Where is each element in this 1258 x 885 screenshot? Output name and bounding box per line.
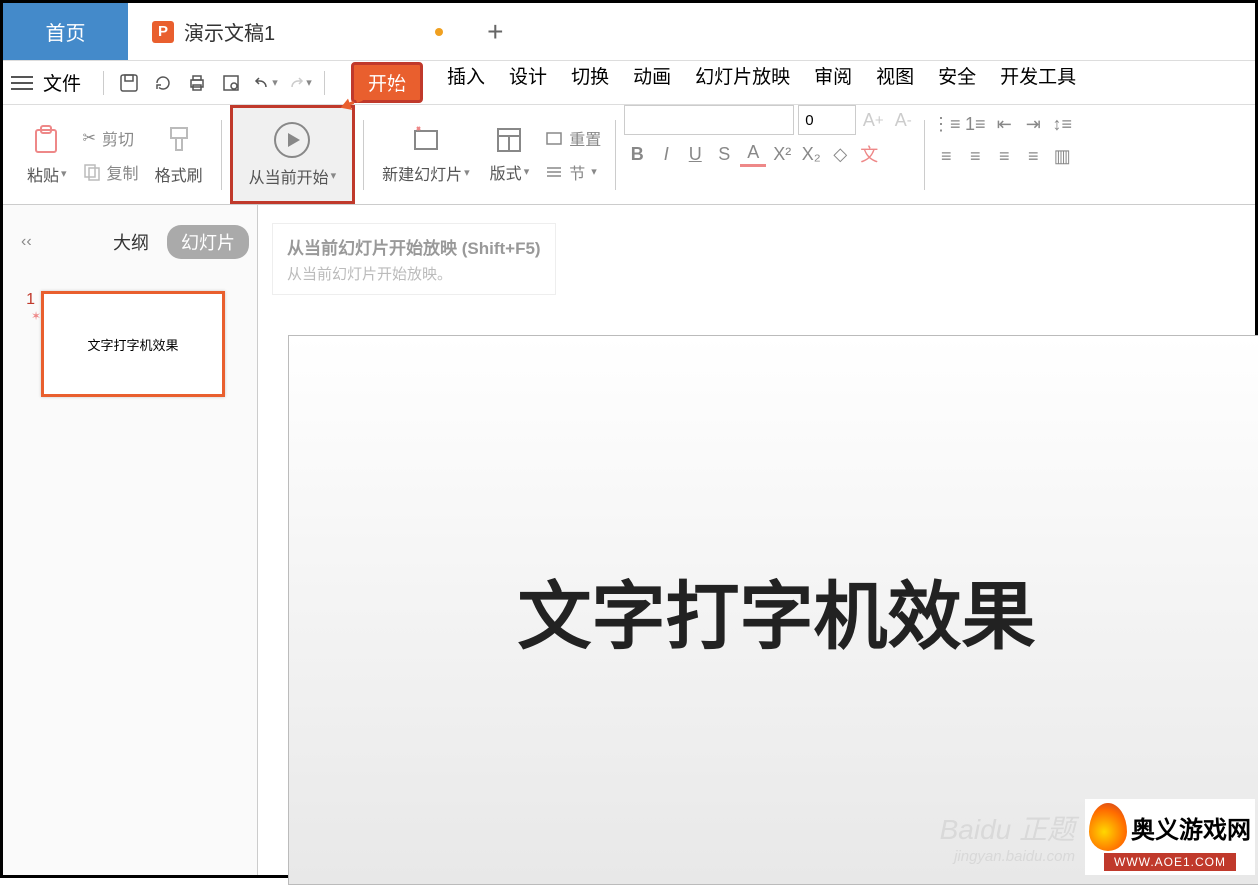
dirty-indicator-icon bbox=[435, 28, 443, 36]
align-center-icon[interactable]: ≡ bbox=[962, 143, 988, 169]
superscript-icon[interactable]: X² bbox=[769, 141, 795, 167]
change-case-icon[interactable]: 文 bbox=[856, 141, 882, 167]
decrease-font-icon[interactable]: A- bbox=[890, 107, 916, 133]
tooltip-desc: 从当前幻灯片开始放映。 bbox=[287, 263, 541, 284]
scissors-icon: ✂ bbox=[83, 128, 96, 148]
ribbon: 粘贴▾ ✂剪切 复制 格式刷 从当前开始▾ 新建幻灯片▾ 版式▾ 重置 节▾ bbox=[3, 105, 1255, 205]
bullets-icon[interactable]: ⋮≡ bbox=[933, 111, 959, 137]
tab-review[interactable]: 审阅 bbox=[814, 62, 852, 103]
play-icon bbox=[274, 122, 310, 158]
tab-transition[interactable]: 切换 bbox=[571, 62, 609, 103]
editor-area: 从当前幻灯片开始放映 (Shift+F5) 从当前幻灯片开始放映。 1 文字打字… bbox=[258, 205, 1255, 875]
tab-design[interactable]: 设计 bbox=[509, 62, 547, 103]
titlebar: 首页 P 演示文稿1 + bbox=[3, 3, 1255, 61]
document-tab[interactable]: P 演示文稿1 bbox=[128, 3, 467, 60]
align-justify-icon[interactable]: ≡ bbox=[1020, 143, 1046, 169]
outline-tab[interactable]: 大纲 bbox=[113, 229, 149, 255]
thumb-title: 文字打字机效果 bbox=[87, 335, 178, 354]
layout-icon bbox=[495, 126, 523, 154]
hamburger-icon[interactable] bbox=[11, 76, 33, 90]
save-icon[interactable] bbox=[114, 68, 144, 98]
animation-indicator-icon: ✶ bbox=[31, 309, 41, 323]
highlight-icon[interactable]: ◇ bbox=[827, 141, 853, 167]
paste-button[interactable]: 粘贴▾ bbox=[17, 105, 77, 204]
layout-button[interactable]: 版式▾ bbox=[480, 105, 540, 204]
slide-number: 1 bbox=[13, 291, 41, 309]
numbering-icon[interactable]: 1≡ bbox=[962, 111, 988, 137]
slides-tab[interactable]: 幻灯片 bbox=[167, 225, 249, 259]
copy-icon bbox=[83, 163, 101, 181]
tab-slideshow[interactable]: 幻灯片放映 bbox=[695, 62, 790, 103]
subscript-icon[interactable]: X₂ bbox=[798, 141, 824, 167]
tooltip: 从当前幻灯片开始放映 (Shift+F5) 从当前幻灯片开始放映。 bbox=[272, 223, 556, 295]
slide-panel: ‹‹ 大纲 幻灯片 1 ✶ 文字打字机效果 bbox=[3, 205, 258, 875]
font-family-input[interactable] bbox=[624, 105, 794, 135]
site-logo: 奥义游戏网 WWW.AOE1.COM bbox=[1085, 799, 1255, 875]
bold-icon[interactable]: B bbox=[624, 141, 650, 167]
flame-icon bbox=[1089, 803, 1127, 851]
format-painter-button[interactable]: 格式刷 bbox=[145, 105, 213, 204]
slide-thumbnail[interactable]: 文字打字机效果 bbox=[41, 291, 225, 397]
align-left-icon[interactable]: ≡ bbox=[933, 143, 959, 169]
reset-button[interactable]: 重置 bbox=[545, 126, 601, 150]
cut-button[interactable]: ✂剪切 bbox=[83, 126, 139, 150]
increase-indent-icon[interactable]: ⇥ bbox=[1020, 111, 1046, 137]
file-menu[interactable]: 文件 bbox=[43, 69, 81, 96]
new-slide-button[interactable]: 新建幻灯片▾ bbox=[372, 105, 480, 204]
reset-icon bbox=[545, 129, 563, 147]
ribbon-tabs: 开始 插入 设计 切换 动画 幻灯片放映 审阅 视图 安全 开发工具 bbox=[351, 62, 1076, 103]
tab-insert[interactable]: 插入 bbox=[447, 62, 485, 103]
undo-icon[interactable]: ▾ bbox=[250, 68, 280, 98]
slide-title-text[interactable]: 文字打字机效果 bbox=[518, 557, 1036, 664]
brush-icon bbox=[165, 124, 193, 156]
align-right-icon[interactable]: ≡ bbox=[991, 143, 1017, 169]
underline-icon[interactable]: U bbox=[682, 141, 708, 167]
presentation-icon: P bbox=[152, 21, 174, 43]
watermark: Baidu 正题 jingyan.baidu.com bbox=[940, 808, 1075, 865]
tab-view[interactable]: 视图 bbox=[876, 62, 914, 103]
menubar: 文件 ▾ ▾ 开始 插入 设计 切换 动画 幻灯片放映 审阅 视图 安全 开发工… bbox=[3, 61, 1255, 105]
tab-security[interactable]: 安全 bbox=[938, 62, 976, 103]
logo-url: WWW.AOE1.COM bbox=[1104, 853, 1236, 871]
tab-devtools[interactable]: 开发工具 bbox=[1000, 62, 1076, 103]
font-color-icon[interactable]: A bbox=[740, 141, 766, 167]
line-spacing-icon[interactable]: ↕≡ bbox=[1049, 111, 1075, 137]
collapse-panel-icon[interactable]: ‹‹ bbox=[21, 233, 32, 251]
tooltip-title: 从当前幻灯片开始放映 (Shift+F5) bbox=[287, 234, 541, 259]
home-button[interactable]: 首页 bbox=[3, 3, 128, 60]
new-tab-button[interactable]: + bbox=[467, 3, 523, 60]
italic-icon[interactable]: I bbox=[653, 141, 679, 167]
strikethrough-icon[interactable]: S bbox=[711, 141, 737, 167]
refresh-icon[interactable] bbox=[148, 68, 178, 98]
columns-icon[interactable]: ▥ bbox=[1049, 143, 1075, 169]
font-size-input[interactable] bbox=[798, 105, 856, 135]
print-preview-icon[interactable] bbox=[216, 68, 246, 98]
logo-text: 奥义游戏网 bbox=[1131, 810, 1251, 845]
workspace: ‹‹ 大纲 幻灯片 1 ✶ 文字打字机效果 从当前幻灯片开始放映 (Shift+… bbox=[3, 205, 1255, 875]
increase-font-icon[interactable]: A+ bbox=[860, 107, 886, 133]
copy-button[interactable]: 复制 bbox=[83, 160, 139, 184]
new-slide-icon bbox=[411, 125, 441, 155]
tab-label: 演示文稿1 bbox=[184, 17, 275, 46]
redo-icon[interactable]: ▾ bbox=[284, 68, 314, 98]
from-current-button[interactable]: 从当前开始▾ bbox=[230, 105, 356, 204]
section-icon bbox=[545, 163, 563, 181]
tab-animation[interactable]: 动画 bbox=[633, 62, 671, 103]
decrease-indent-icon[interactable]: ⇤ bbox=[991, 111, 1017, 137]
section-button[interactable]: 节▾ bbox=[545, 160, 601, 184]
print-icon[interactable] bbox=[182, 68, 212, 98]
